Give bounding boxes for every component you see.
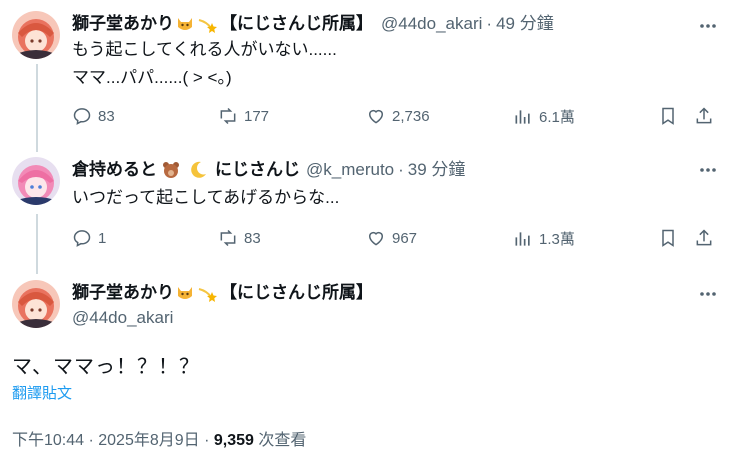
bookmark-icon — [658, 228, 684, 248]
handle-row: @44do_akari — [72, 307, 173, 329]
bookmark-button[interactable] — [658, 228, 684, 248]
display-name[interactable]: 獅子堂あかり — [72, 282, 174, 304]
like-count: 2,736 — [392, 107, 430, 125]
reply-count: 1 — [98, 229, 107, 247]
views-button[interactable]: 1.3萬 — [513, 228, 575, 249]
reply-button[interactable]: 1 — [72, 228, 106, 248]
view-label: 次查看 — [253, 432, 307, 449]
reply-button[interactable]: 83 — [72, 106, 115, 126]
analytics-icon — [513, 229, 539, 249]
like-button[interactable]: 2,736 — [366, 106, 430, 126]
affiliation-label: にじさんじ — [215, 160, 300, 179]
bookmark-button[interactable] — [658, 106, 684, 126]
share-icon — [694, 106, 720, 126]
tweet-header: 倉持めると にじさんじ @k_meruto · 39 分鐘 — [72, 159, 465, 181]
thread-line — [36, 214, 38, 274]
cat-emoji-icon — [175, 14, 195, 34]
repost-button[interactable]: 83 — [218, 228, 261, 248]
shooting-star-icon — [197, 283, 219, 303]
post-timestamp[interactable]: 下午10:44 · 2025年8月9日 · — [12, 432, 214, 449]
tweet-header: 獅子堂あかり 【にじさんじ所属】 @44do_akari · 49 分鐘 — [72, 13, 554, 35]
avatar[interactable] — [12, 11, 60, 59]
teddy-bear-icon — [161, 160, 181, 180]
affiliation-label: 【にじさんじ所属】 — [220, 14, 373, 33]
heart-icon — [366, 228, 392, 248]
thread-line — [36, 64, 38, 152]
tweet-text: いつだって起こしてあげるからな... — [72, 188, 340, 207]
like-count: 967 — [392, 229, 418, 247]
more-icon[interactable] — [697, 283, 719, 305]
separator-dot: · — [398, 160, 404, 179]
user-handle[interactable]: @44do_akari — [381, 13, 482, 35]
share-button[interactable] — [694, 228, 720, 248]
avatar[interactable] — [12, 280, 60, 328]
cat-emoji-icon — [175, 283, 195, 303]
tweet-header: 獅子堂あかり 【にじさんじ所属】 — [72, 282, 373, 304]
share-icon — [694, 228, 720, 248]
tweet-text: もう起こしてくれる人がいない...... ママ...パパ......( > <。… — [72, 40, 337, 87]
translate-link[interactable]: 翻譯貼文 — [12, 382, 72, 403]
timestamp[interactable]: 49 分鐘 — [496, 13, 554, 35]
tweet-meta: 下午10:44 · 2025年8月9日 · 9,359 次查看 — [12, 426, 306, 450]
separator-dot: · — [486, 14, 493, 33]
repost-count: 83 — [244, 229, 261, 247]
user-handle[interactable]: @44do_akari — [72, 307, 173, 329]
tweet-actions: 83 177 2,736 6.1萬 — [72, 106, 717, 130]
reply-icon — [72, 228, 98, 248]
main-tweet-text: マ、ママっ！？！？ — [12, 356, 200, 378]
more-icon[interactable] — [697, 15, 719, 37]
repost-button[interactable]: 177 — [218, 106, 269, 126]
heart-icon — [366, 106, 392, 126]
user-handle[interactable]: @k_meruto — [306, 159, 394, 181]
timestamp[interactable]: 39 分鐘 — [408, 159, 466, 181]
views-count: 1.3萬 — [539, 231, 575, 248]
bookmark-icon — [658, 106, 684, 126]
avatar[interactable] — [12, 157, 60, 205]
repost-count: 177 — [244, 107, 270, 125]
repost-icon — [218, 228, 244, 248]
repost-icon — [218, 106, 244, 126]
display-name[interactable]: 獅子堂あかり — [72, 13, 174, 35]
analytics-icon — [513, 107, 539, 127]
share-button[interactable] — [694, 106, 720, 126]
tweet-actions: 1 83 967 1.3萬 — [72, 228, 717, 252]
more-icon[interactable] — [697, 159, 719, 181]
shooting-star-icon — [197, 14, 219, 34]
view-count: 9,359 — [213, 432, 254, 449]
reply-count: 83 — [98, 107, 115, 125]
display-name[interactable]: 倉持めると — [72, 159, 157, 181]
affiliation-label: 【にじさんじ所属】 — [220, 283, 373, 302]
crescent-moon-icon — [188, 160, 208, 180]
views-button[interactable]: 6.1萬 — [513, 106, 575, 127]
like-button[interactable]: 967 — [366, 228, 417, 248]
reply-icon — [72, 106, 98, 126]
views-count: 6.1萬 — [539, 109, 575, 126]
